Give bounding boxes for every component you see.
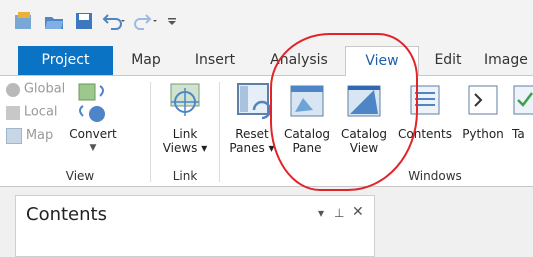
close-icon[interactable]: ✕ bbox=[352, 204, 364, 220]
contents-pane-title: Contents bbox=[26, 204, 107, 225]
map-label: Map bbox=[25, 128, 54, 143]
undo-icon[interactable] bbox=[102, 11, 126, 31]
redo-icon[interactable] bbox=[134, 11, 158, 31]
tasks-icon bbox=[513, 85, 533, 115]
tab-view[interactable]: View bbox=[345, 46, 419, 77]
link-views-button[interactable]: Link Views ▾ bbox=[160, 80, 210, 155]
catalog-pane-button[interactable]: Catalog Pane bbox=[280, 80, 334, 155]
global-label: Global bbox=[23, 81, 66, 97]
local-scene-icon bbox=[6, 105, 20, 120]
reset-panes-icon bbox=[237, 83, 272, 120]
contents-label: Contents bbox=[398, 127, 452, 141]
catalog-pane-label-1: Catalog bbox=[283, 127, 331, 141]
group-divider bbox=[150, 82, 151, 182]
catalog-pane-label-2: Pane bbox=[292, 141, 322, 155]
quick-access-toolbar bbox=[0, 0, 533, 46]
local-button[interactable]: Local bbox=[6, 105, 66, 120]
new-project-icon[interactable] bbox=[14, 11, 34, 31]
save-icon[interactable] bbox=[74, 11, 94, 31]
global-button[interactable]: Global bbox=[6, 82, 66, 97]
catalog-pane-icon bbox=[290, 85, 324, 117]
catalog-view-label-1: Catalog bbox=[340, 127, 388, 141]
tasks-button[interactable]: Ta bbox=[512, 80, 533, 141]
tab-edit[interactable]: Edit bbox=[424, 46, 472, 75]
local-label: Local bbox=[23, 104, 58, 120]
map-view-icon bbox=[6, 128, 22, 144]
contents-icon bbox=[410, 85, 440, 115]
contents-pane: Contents ▾ ⊥ ✕ bbox=[15, 195, 375, 257]
reset-panes-label-2: Panes ▾ bbox=[229, 141, 275, 155]
pane-options-icon[interactable]: ▾ bbox=[318, 206, 324, 220]
ribbon: Global Local Map Convert ▼ View Link Vie… bbox=[0, 76, 533, 187]
link-views-label-1: Link bbox=[172, 127, 198, 141]
tab-analysis[interactable]: Analysis bbox=[257, 46, 341, 75]
convert-label: Convert bbox=[69, 127, 117, 141]
contents-button[interactable]: Contents bbox=[396, 80, 454, 141]
windows-group-label: Windows bbox=[408, 169, 462, 183]
catalog-view-label-2: View bbox=[349, 141, 379, 155]
convert-icon bbox=[78, 83, 105, 122]
link-views-label-2: Views ▾ bbox=[162, 141, 208, 155]
python-label: Python bbox=[462, 127, 504, 141]
python-window-icon bbox=[468, 85, 498, 115]
tab-project[interactable]: Project bbox=[18, 46, 113, 75]
ribbon-tab-bar: Project Map Insert Analysis View Edit Im… bbox=[0, 46, 533, 77]
tab-imagery[interactable]: Image bbox=[484, 46, 533, 75]
link-views-icon bbox=[170, 83, 200, 116]
view-group-label: View bbox=[65, 169, 95, 183]
pin-icon[interactable]: ⊥ bbox=[334, 206, 344, 220]
catalog-view-button[interactable]: Catalog View bbox=[336, 80, 392, 155]
open-project-icon[interactable] bbox=[44, 11, 64, 31]
map-button[interactable]: Map bbox=[6, 128, 66, 144]
globe-icon bbox=[6, 82, 20, 97]
tab-map[interactable]: Map bbox=[118, 46, 174, 75]
chevron-down-icon: ▼ bbox=[89, 143, 97, 153]
convert-button[interactable]: Convert ▼ bbox=[65, 80, 121, 155]
customize-toolbar-icon[interactable] bbox=[166, 11, 178, 31]
tab-insert[interactable]: Insert bbox=[184, 46, 246, 75]
link-group-label: Link bbox=[172, 169, 198, 183]
python-button[interactable]: Python bbox=[456, 80, 510, 141]
group-divider bbox=[219, 82, 220, 182]
tasks-label: Ta bbox=[512, 127, 525, 141]
reset-panes-label-1: Reset bbox=[235, 127, 269, 141]
catalog-view-icon bbox=[347, 85, 381, 117]
reset-panes-button[interactable]: Reset Panes ▾ bbox=[226, 80, 278, 155]
